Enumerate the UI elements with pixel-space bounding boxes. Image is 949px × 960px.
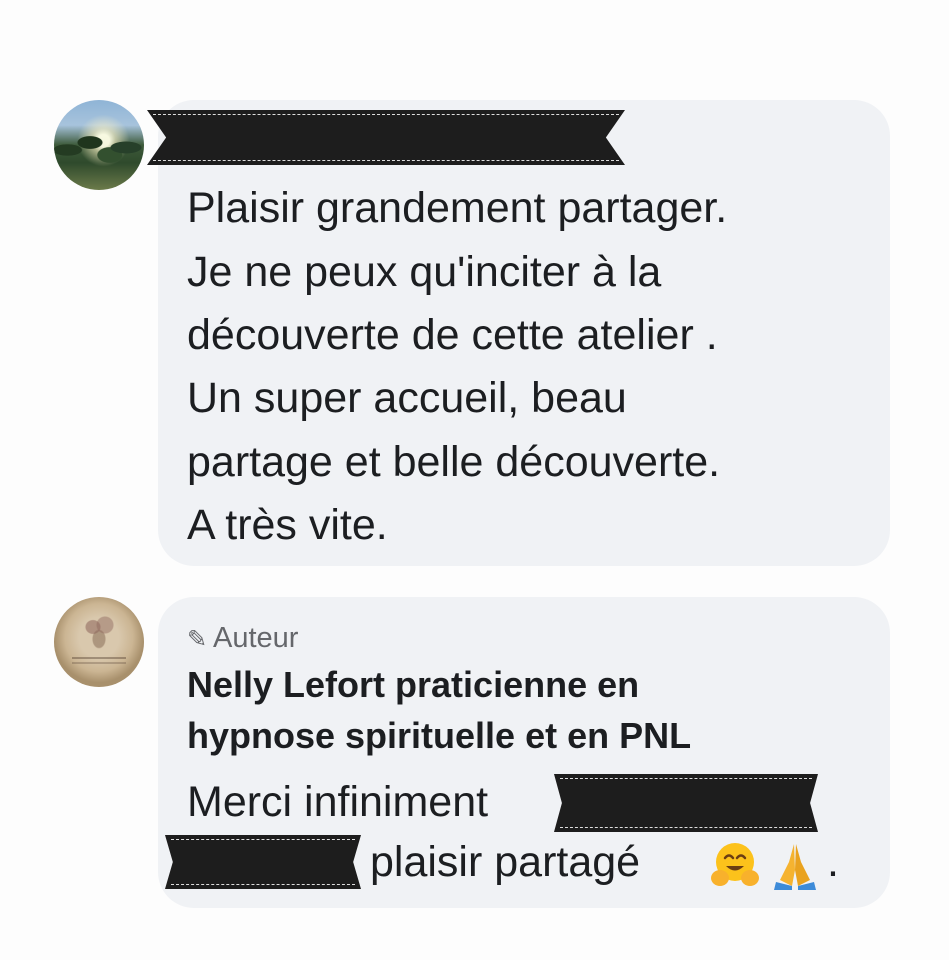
pencil-icon: ✎: [187, 626, 208, 653]
comment-text-line: Plaisir grandement partager.: [187, 184, 728, 232]
author-badge: ✎ Auteur: [187, 618, 298, 660]
reply-trailing-period: .: [827, 838, 839, 886]
redacted-mention: [554, 774, 818, 832]
reply-text-start: Merci infiniment: [187, 778, 489, 826]
comment-text-line: partage et belle découverte.: [187, 438, 721, 486]
reply-text-end: plaisir partagé: [370, 838, 641, 886]
author-avatar[interactable]: [54, 597, 144, 687]
forest-sunlight-photo: [54, 120, 144, 170]
author-name-line[interactable]: hypnose spirituelle et en PNL: [187, 711, 691, 761]
comment-text-line: A très vite.: [187, 501, 388, 549]
commenter-avatar[interactable]: [54, 100, 144, 190]
hugging-face-icon: [711, 843, 759, 886]
signature-mark: [72, 657, 126, 659]
comment-text-line: découverte de cette atelier .: [187, 311, 718, 359]
folded-hands-icon: [774, 844, 816, 890]
flower-drawing: [79, 611, 119, 651]
author-badge-label: Auteur: [213, 622, 299, 654]
redacted-commenter-name: [147, 110, 625, 165]
comment-text-line: Un super accueil, beau: [187, 374, 627, 422]
comment-text-line: Je ne peux qu'inciter à la: [187, 248, 662, 296]
author-name-line[interactable]: Nelly Lefort praticienne en: [187, 660, 639, 710]
redacted-mention: [165, 835, 361, 889]
